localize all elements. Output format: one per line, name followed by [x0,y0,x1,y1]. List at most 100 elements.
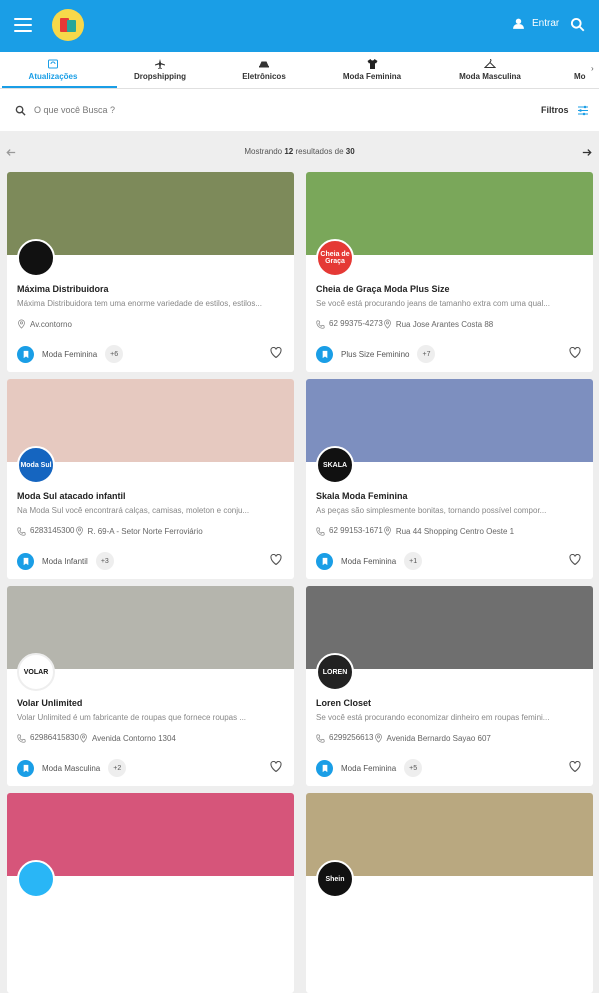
store-name: Volar Unlimited [17,698,83,708]
phone-wrap: 62 99375-4273 [316,319,383,329]
store-avatar: VOLAR [17,653,55,691]
more-categories-badge[interactable]: +1 [404,552,423,570]
heart-icon[interactable] [270,761,282,772]
login-button[interactable]: Entrar [512,17,559,30]
search-icon [15,105,26,116]
phone-icon [17,527,26,536]
tab-eletronicos[interactable]: Eletrônicos [238,58,290,81]
location-icon [18,319,25,329]
store-category[interactable]: Moda Feminina +5 [316,759,423,777]
store-phone: 6283145300 [30,526,75,536]
store-address: Av.contorno [30,319,72,329]
store-avatar: SKALA [316,446,354,484]
heart-icon[interactable] [569,761,581,772]
location-icon [374,733,382,743]
heart-icon[interactable] [569,554,581,565]
store-address: Avenida Contorno 1304 [91,733,176,743]
store-banner [7,172,294,255]
store-address: Rua Jose Arantes Costa 88 [395,319,494,329]
location-icon [383,526,391,536]
store-category[interactable]: Plus Size Feminino +7 [316,345,436,363]
store-avatar: Shein [316,860,354,898]
category-label: Moda Infantil [42,556,88,566]
store-description: As peças são simplesmente bonitas, torna… [316,506,547,515]
airplane-icon [155,59,165,69]
store-card[interactable] [7,793,294,993]
store-phone: 6299256613 [329,733,374,743]
user-icon [513,18,524,29]
store-banner [306,172,593,255]
store-banner [306,793,593,876]
search-bar: O que você Busca ? Filtros [0,89,599,131]
results-middle: resultados de [295,147,344,156]
filters-button[interactable]: Filtros [541,105,589,116]
store-category[interactable]: Moda Feminina +1 [316,552,423,570]
store-category[interactable]: Moda Infantil +3 [17,552,114,570]
heart-icon[interactable] [270,554,282,565]
refresh-icon [48,59,58,69]
more-categories-badge[interactable]: +7 [417,345,436,363]
search-icon[interactable] [570,17,585,32]
shirt-icon [367,59,377,69]
store-name: Skala Moda Feminina [316,491,408,501]
store-description: Volar Unlimited é um fabricante de roupa… [17,713,247,722]
tab-label: Mo [574,72,586,81]
store-banner [7,793,294,876]
login-label: Entrar [532,18,560,29]
tab-atualizacoes[interactable]: Atualizações [22,58,84,81]
store-info: 62 99153-1671 Rua 44 Shopping Centro Oes… [316,526,514,536]
store-info: Av.contorno [17,319,72,329]
tab-moda-feminina[interactable]: Moda Feminina [338,58,406,81]
app-logo[interactable] [52,9,84,41]
store-description: Na Moda Sul você encontrará calças, cami… [17,506,250,515]
store-card[interactable]: LOREN Loren Closet Se você está procuran… [306,586,593,786]
category-label: Plus Size Feminino [341,349,410,359]
more-categories-badge[interactable]: +3 [95,552,114,570]
bookmark-icon [17,759,34,777]
pagination: Mostrando 12 resultados de 30 [0,140,599,164]
more-categories-badge[interactable]: +5 [404,759,423,777]
menu-icon[interactable] [14,18,32,32]
store-avatar [17,860,55,898]
bookmark-icon [17,345,34,363]
heart-icon[interactable] [270,347,282,358]
more-categories-badge[interactable]: +2 [108,759,127,777]
bookmark-icon [17,552,34,570]
location-icon [75,526,83,536]
store-card[interactable]: Máxima Distribuidora Máxima Distribuidor… [7,172,294,372]
store-info: 6299256613 Avenida Bernardo Sayao 607 [316,733,491,743]
store-card[interactable]: Moda Sul Moda Sul atacado infantil Na Mo… [7,379,294,579]
arrow-right-icon[interactable] [582,148,592,157]
phone-icon [316,734,325,743]
tab-label: Atualizações [28,72,78,81]
store-category[interactable]: Moda Masculina +2 [17,759,127,777]
store-card[interactable]: Shein [306,793,593,993]
store-address: Rua 44 Shopping Centro Oeste 1 [395,526,515,536]
category-label: Moda Feminina [42,349,98,359]
tab-label: Dropshipping [134,72,186,81]
store-category[interactable]: Moda Feminina +6 [17,345,124,363]
tab-moda-masculina[interactable]: Moda Masculina [454,58,526,81]
store-avatar [17,239,55,277]
search-input[interactable]: O que você Busca ? [34,105,115,115]
more-categories-badge[interactable]: +6 [105,345,124,363]
location-icon [80,733,87,743]
store-description: Se você está procurando jeans de tamanho… [316,299,550,308]
store-info: 6283145300 R. 69-A - Setor Norte Ferrovi… [17,526,203,536]
store-phone: 62 99153-1671 [329,526,383,536]
bookmark-icon [316,759,333,777]
chevron-right-icon[interactable]: › [591,64,594,73]
store-card[interactable]: VOLAR Volar Unlimited Volar Unlimited é … [7,586,294,786]
filters-label: Filtros [541,105,569,115]
hanger-icon [484,59,496,68]
heart-icon[interactable] [569,347,581,358]
tab-dropshipping[interactable]: Dropshipping [130,58,190,81]
store-card[interactable]: Cheia de Graça Cheia de Graça Moda Plus … [306,172,593,372]
store-banner [306,379,593,462]
phone-icon [17,734,26,743]
category-label: Moda Masculina [42,763,101,773]
results-summary: Mostrando 12 resultados de 30 [0,147,599,156]
store-name: Moda Sul atacado infantil [17,491,126,501]
store-phone: 62 99375-4273 [329,319,383,329]
store-card[interactable]: SKALA Skala Moda Feminina As peças são s… [306,379,593,579]
